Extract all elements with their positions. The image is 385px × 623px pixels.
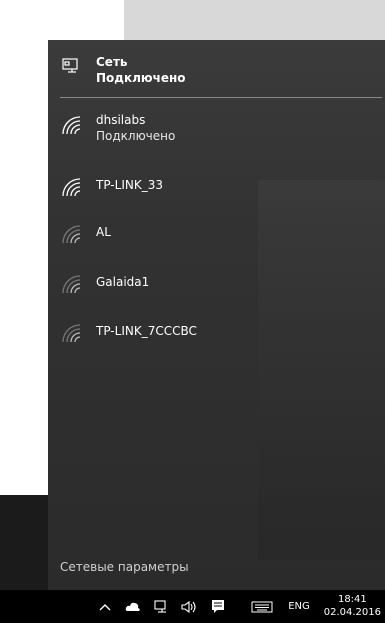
wifi-network-item[interactable]: Galaida1 [60, 271, 149, 295]
cloud-icon[interactable] [120, 590, 146, 623]
wifi-network-item[interactable]: TP-LINK_33 [60, 174, 163, 198]
chevron-up-icon[interactable] [92, 590, 118, 623]
wifi-icon [60, 322, 82, 344]
divider [60, 97, 382, 98]
wifi-ssid: TP-LINK_7CCCBC [96, 324, 197, 338]
taskbar: ENG 18:41 02.04.2016 [0, 590, 385, 623]
language-indicator[interactable]: ENG [284, 590, 314, 623]
desktop-dark-area [0, 495, 55, 590]
wifi-icon [60, 223, 82, 245]
network-settings-link[interactable]: Сетевые параметры [60, 560, 189, 574]
wired-network-name: Сеть [96, 55, 128, 69]
action-center-icon[interactable] [205, 590, 231, 623]
wifi-ssid: AL [96, 225, 111, 239]
network-icon[interactable] [148, 590, 174, 623]
wifi-icon [60, 176, 82, 198]
wifi-network-item[interactable]: AL [60, 221, 111, 245]
wired-network-item[interactable]: Сеть Подключено [60, 54, 186, 86]
wifi-network-item[interactable]: dhsilabs Подключено [60, 112, 175, 144]
clock-time: 18:41 [337, 594, 367, 605]
keyboard-icon[interactable] [248, 590, 276, 623]
clock-date: 02.04.2016 [323, 607, 381, 618]
wifi-ssid: Galaida1 [96, 275, 150, 289]
wifi-ssid: TP-LINK_33 [96, 178, 163, 192]
wifi-status: Подключено [96, 129, 176, 143]
wifi-ssid: dhsilabs [96, 113, 146, 127]
wifi-icon [60, 273, 82, 295]
ethernet-icon [60, 56, 82, 78]
clock[interactable]: 18:41 02.04.2016 [324, 593, 381, 619]
speaker-icon[interactable] [176, 590, 202, 623]
wifi-icon [60, 114, 82, 136]
network-flyout: Сеть Подключено dhsilabs Подключено TP-L… [48, 40, 385, 590]
wifi-network-item[interactable]: TP-LINK_7CCCBC [60, 320, 197, 344]
wired-network-status: Подключено [96, 71, 186, 85]
